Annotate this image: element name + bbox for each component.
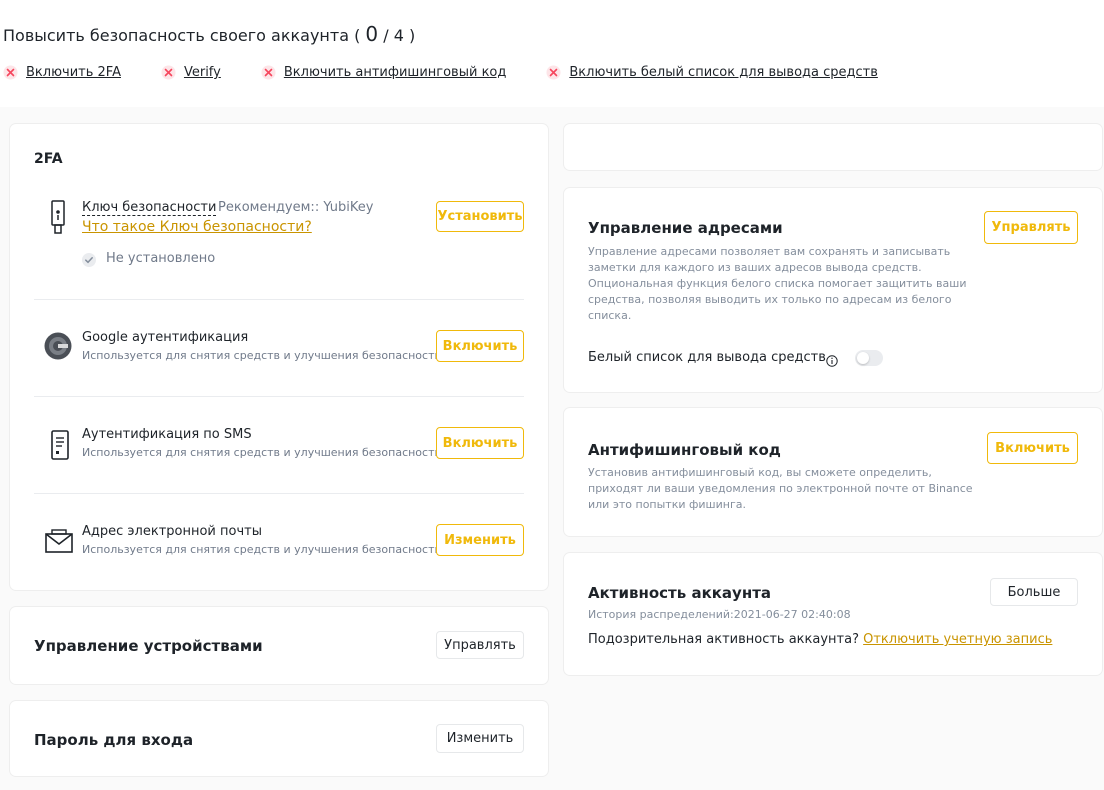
task-enable-2fa[interactable]: Включить 2FA [3, 65, 121, 80]
antiphish-desc-line: приходят ли ваши уведомления по электрон… [588, 482, 973, 495]
usb-key-icon [50, 200, 66, 240]
enable-sms-auth-button[interactable]: Включить [436, 427, 524, 459]
change-password-button[interactable]: Изменить [436, 724, 524, 753]
security-key-help-link[interactable]: Что такое Ключ безопасности? [82, 219, 312, 235]
twofa-card: 2FA Ключ безопасности Рекомендуем:: Yubi… [10, 124, 548, 590]
google-auth-icon [44, 332, 72, 364]
divider [34, 493, 524, 494]
close-circle-icon [3, 65, 18, 80]
progress-total-count: / 4 ) [383, 26, 416, 45]
close-circle-icon [261, 65, 276, 80]
close-circle-icon [161, 65, 176, 80]
toggle-knob [857, 352, 869, 364]
twofa-title: 2FA [34, 151, 63, 167]
divider [34, 396, 524, 397]
whitelist-label: Белый список для вывода средств [588, 350, 826, 365]
antiphishing-card: Антифишинговый код Установив антифишинго… [564, 408, 1102, 536]
address-desc-line: заметки для каждого из ваших адресов выв… [588, 261, 922, 274]
manage-devices-button[interactable]: Управлять [436, 631, 524, 659]
devices-title: Управление устройствами [34, 637, 263, 655]
account-activity-title: Активность аккаунта [588, 584, 772, 602]
task-whitelist-link[interactable]: Включить белый список для вывода средств [569, 65, 878, 80]
address-desc-line: Опциональная функция белого списка помог… [588, 277, 967, 290]
address-desc-line: Управление адресами позволяет вам сохран… [588, 245, 951, 258]
address-desc-line: списка. [588, 309, 632, 322]
sms-auth-name: Аутентификация по SMS [82, 427, 252, 442]
security-key-recommend: Рекомендуем:: YubiKey [218, 200, 374, 215]
info-icon[interactable] [826, 352, 838, 371]
devices-card: Управление устройствами Управлять [10, 607, 548, 684]
email-desc: Используется для снятия средств и улучше… [82, 543, 442, 556]
change-email-button[interactable]: Изменить [436, 524, 524, 556]
address-management-title: Управление адресами [588, 219, 783, 237]
address-management-card: Управление адресами Управление адресами … [564, 188, 1102, 392]
progress-title: Повысить безопасность своего аккаунта ( … [3, 22, 415, 46]
empty-card [564, 124, 1102, 170]
activity-history: История распределений:2021-06-27 02:40:0… [588, 608, 851, 621]
account-activity-card: Активность аккаунта История распределени… [564, 553, 1102, 675]
task-enable-2fa-link[interactable]: Включить 2FA [26, 65, 121, 80]
manage-addresses-button[interactable]: Управлять [984, 211, 1078, 244]
suspicious-activity-row: Подозрительная активность аккаунта? Откл… [588, 632, 1052, 647]
close-circle-icon [546, 65, 561, 80]
whitelist-toggle[interactable] [855, 350, 883, 366]
antiphishing-desc: Установив антифишинговый код, вы сможете… [588, 465, 973, 513]
progress-title-text: Повысить безопасность своего аккаунта ( [3, 26, 361, 45]
divider [34, 299, 524, 300]
address-desc-line: средства, позволяя выводить их только по… [588, 293, 952, 306]
antiphishing-title: Антифишинговый код [588, 441, 781, 459]
email-envelope-icon [44, 528, 74, 558]
email-name: Адрес электронной почты [82, 524, 262, 539]
enable-google-auth-button[interactable]: Включить [436, 330, 524, 362]
disable-account-link[interactable]: Отключить учетную запись [863, 632, 1052, 647]
antiphish-desc-line: Установив антифишинговый код, вы сможете… [588, 466, 932, 479]
antiphish-desc-line: или это попытки фишинга. [588, 498, 746, 511]
task-antiphishing-link[interactable]: Включить антифишинговый код [284, 65, 507, 80]
google-auth-desc: Используется для снятия средств и улучше… [82, 349, 442, 362]
progress-done-count: 0 [365, 22, 379, 46]
security-task-list: Включить 2FA Verify Включить антифишинго… [3, 65, 878, 80]
security-key-name: Ключ безопасности [82, 200, 217, 216]
password-title: Пароль для входа [34, 731, 194, 749]
install-security-key-button[interactable]: Установить [436, 201, 524, 232]
security-progress-header: Повысить безопасность своего аккаунта ( … [0, 0, 1104, 107]
security-key-status: Не установлено [106, 251, 216, 266]
password-card: Пароль для входа Изменить [10, 701, 548, 776]
enable-antiphishing-button[interactable]: Включить [987, 432, 1078, 464]
activity-more-button[interactable]: Больше [990, 578, 1078, 606]
address-management-desc: Управление адресами позволяет вам сохран… [588, 244, 966, 324]
task-whitelist[interactable]: Включить белый список для вывода средств [546, 65, 878, 80]
sms-phone-icon [50, 429, 70, 465]
task-antiphishing[interactable]: Включить антифишинговый код [261, 65, 507, 80]
task-verify-link[interactable]: Verify [184, 65, 221, 80]
google-auth-name: Google аутентификация [82, 330, 249, 345]
task-verify[interactable]: Verify [161, 65, 221, 80]
suspicious-activity-question: Подозрительная активность аккаунта? [588, 632, 859, 647]
check-icon [82, 252, 96, 271]
sms-auth-desc: Используется для снятия средств и улучше… [82, 446, 442, 459]
